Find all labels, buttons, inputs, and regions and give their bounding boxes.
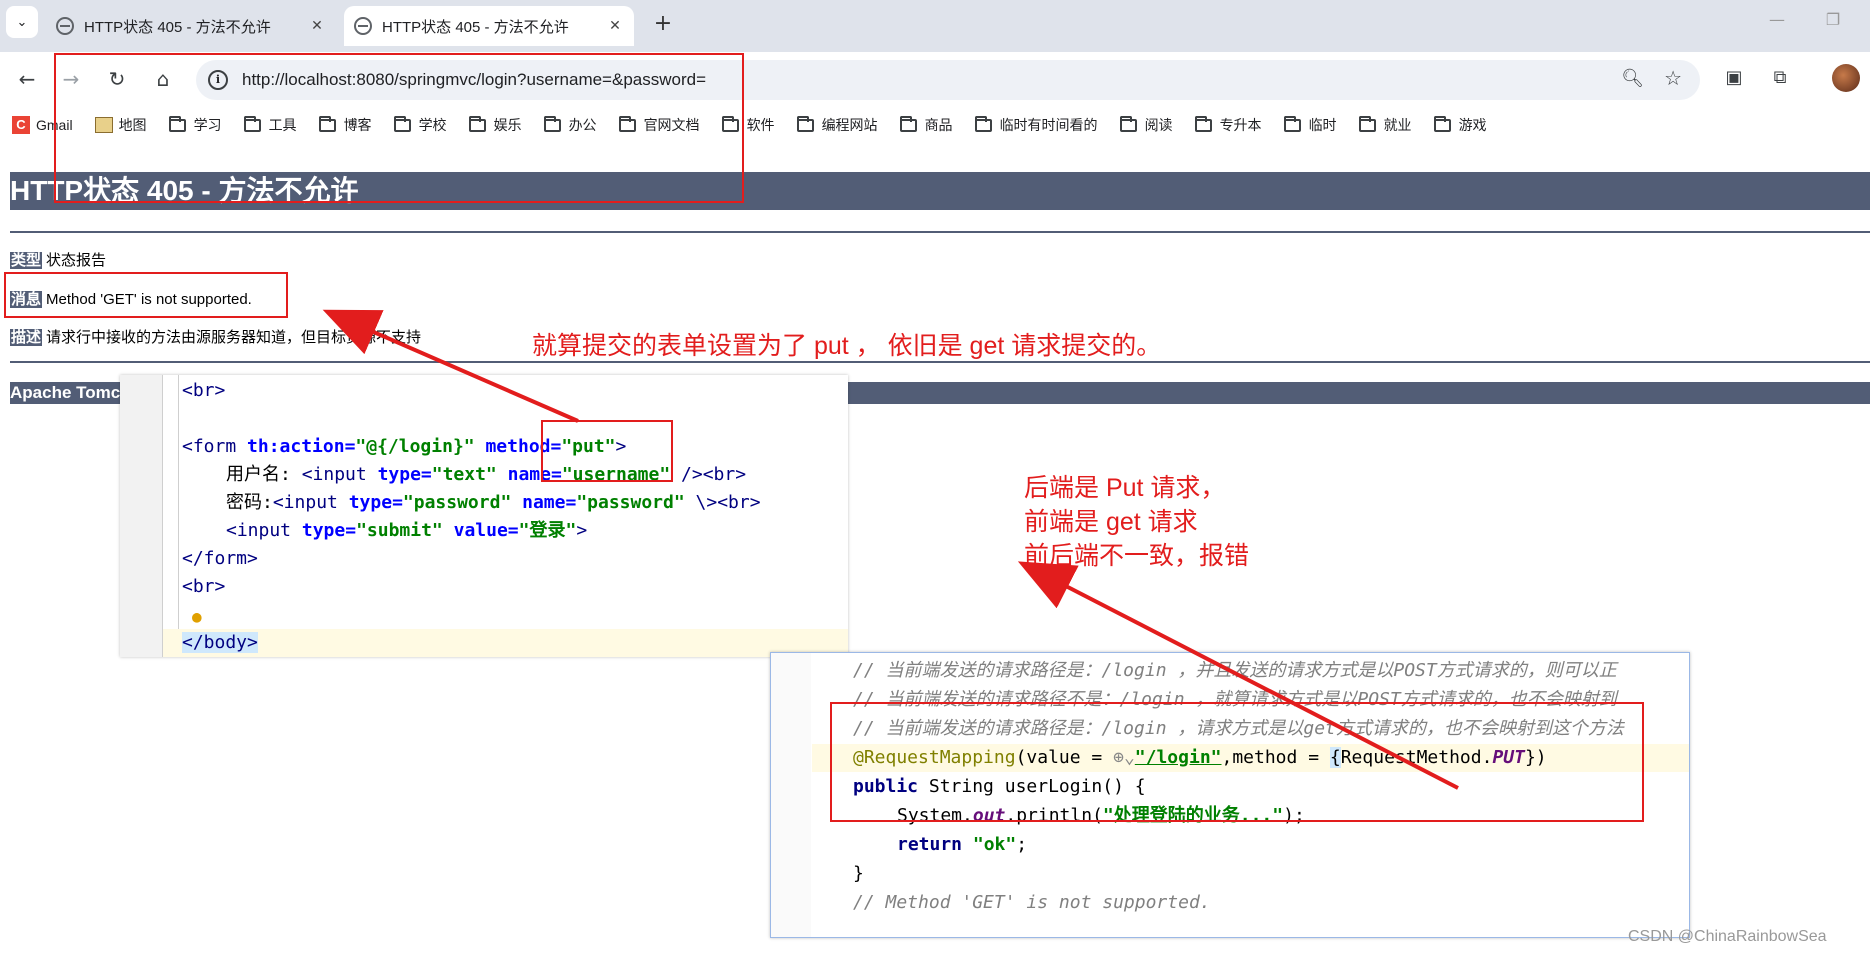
watermark: CSDN @ChinaRainbowSea (1628, 928, 1827, 945)
arrow-to-note (1017, 561, 1459, 790)
annotation-arrows (322, 309, 1459, 790)
arrow-to-message (322, 309, 579, 423)
